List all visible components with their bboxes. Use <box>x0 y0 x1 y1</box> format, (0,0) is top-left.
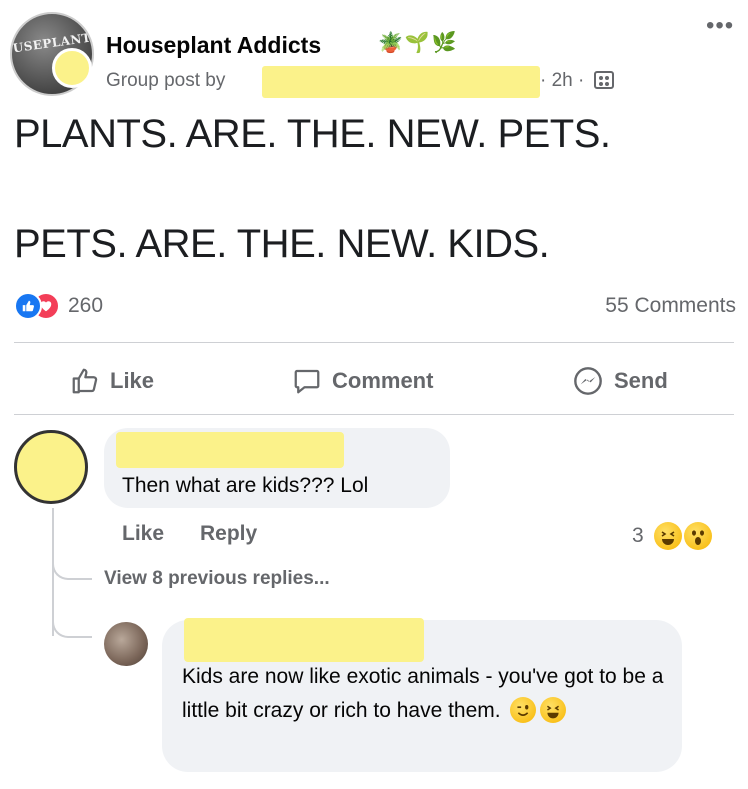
group-privacy-icon <box>593 71 614 89</box>
like-button-label: Like <box>110 368 155 393</box>
author-name-redacted <box>262 66 540 98</box>
wow-reaction-icon <box>684 522 712 550</box>
like-button[interactable]: Like <box>70 364 154 398</box>
reaction-count: 260 <box>68 294 104 317</box>
group-name[interactable]: Houseplant Addicts <box>106 32 321 59</box>
comment-icon <box>294 369 320 394</box>
comment-button[interactable]: Comment <box>292 364 433 398</box>
post-text-line-1: PLANTS. ARE. THE. NEW. PETS. <box>14 112 611 156</box>
haha-reaction-icon <box>654 522 682 550</box>
reply-text-block: Kids are now like exotic animals - you'v… <box>182 660 672 728</box>
more-options-icon[interactable]: ••• <box>706 12 734 40</box>
comment-button-label: Comment <box>332 368 434 393</box>
comment-reaction-count[interactable]: 3 <box>632 524 644 548</box>
poster-avatar-redacted[interactable] <box>52 48 92 88</box>
wink-face-icon <box>510 697 537 723</box>
thread-connector <box>52 560 92 580</box>
plant-emojis: 🪴🌱🌿 <box>378 32 459 54</box>
comments-count[interactable]: 55 Comments <box>605 294 736 318</box>
commenter-avatar-redacted[interactable] <box>14 430 88 504</box>
like-reaction-icon <box>14 292 42 320</box>
comment-like-button[interactable]: Like <box>122 522 164 546</box>
send-button-label: Send <box>614 368 668 393</box>
comment-text: Then what are kids??? Lol <box>122 474 369 497</box>
post-text-line-2: PETS. ARE. THE. NEW. KIDS. <box>14 222 550 266</box>
replier-name-redacted <box>184 618 424 662</box>
view-previous-replies-link[interactable]: View 8 previous replies... <box>104 568 330 590</box>
group-post-by-label: Group post by <box>106 70 226 91</box>
divider-top <box>14 342 734 343</box>
messenger-icon <box>574 367 602 395</box>
thread-connector <box>52 616 92 638</box>
commenter-name-redacted <box>116 432 344 468</box>
post-time[interactable]: · 2h · <box>540 70 584 91</box>
post-meta: · 2h · <box>540 70 614 92</box>
laughing-face-icon <box>540 697 567 723</box>
thumbs-up-icon <box>72 368 98 394</box>
reply-emojis <box>510 697 572 723</box>
divider-bottom <box>14 414 734 415</box>
comment-reply-button[interactable]: Reply <box>200 522 257 546</box>
reply-text: Kids are now like exotic animals - you'v… <box>182 665 664 722</box>
send-button[interactable]: Send <box>572 364 668 398</box>
replier-avatar[interactable] <box>104 622 148 666</box>
